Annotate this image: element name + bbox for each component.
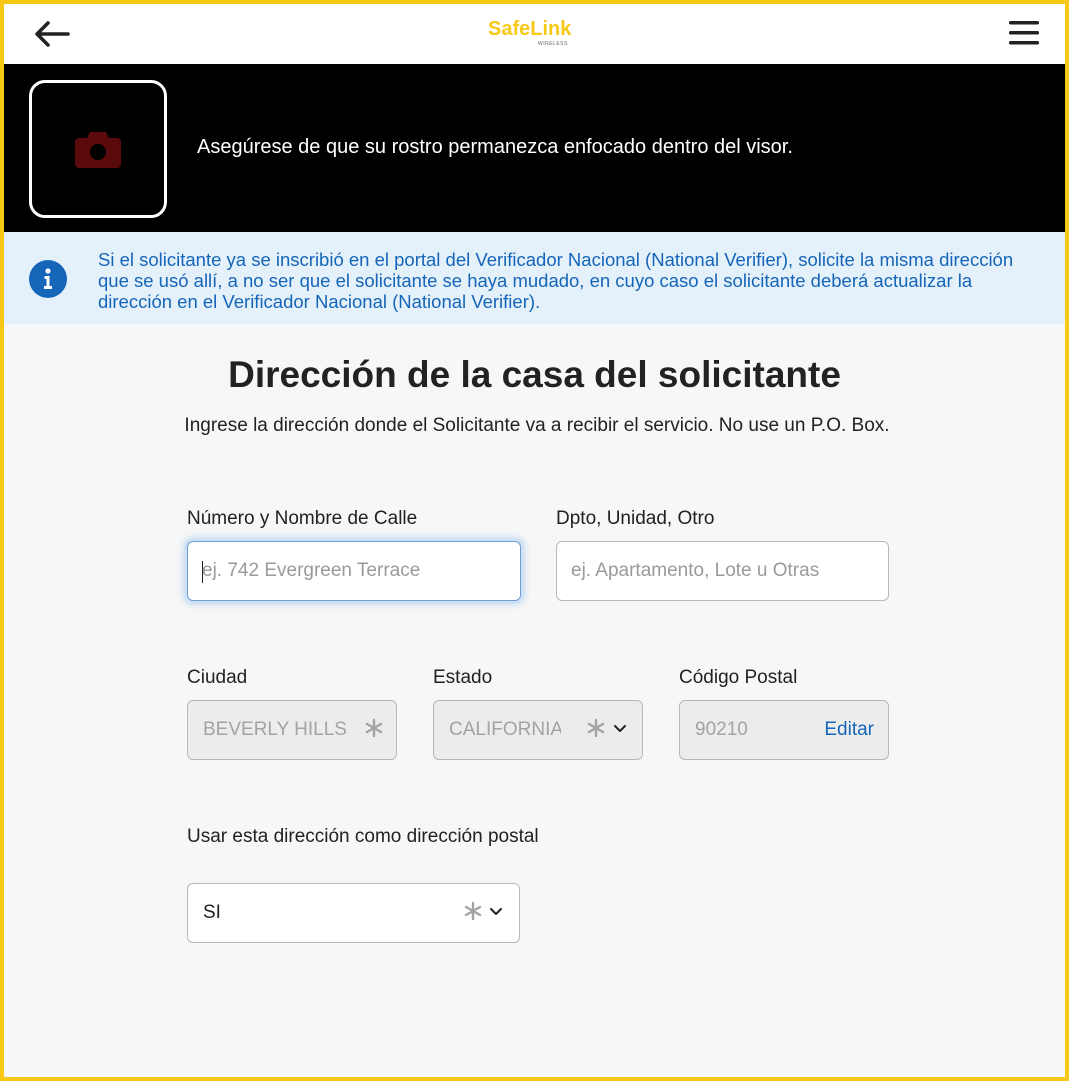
- state-select[interactable]: CALIFORNIA: [433, 700, 643, 760]
- required-asterisk-icon: [365, 718, 383, 738]
- info-banner: Si el solicitante ya se inscribió en el …: [4, 232, 1065, 324]
- info-text: Si el solicitante ya se inscribió en el …: [98, 249, 1014, 312]
- camera-viewfinder-bar: Asegúrese de que su rostro permanezca en…: [4, 64, 1065, 232]
- camera-icon: [75, 132, 121, 168]
- logo-text: SafeLink: [488, 18, 572, 40]
- required-asterisk-icon: [587, 718, 605, 738]
- zip-value: 90210: [695, 719, 748, 740]
- mailing-value: SI: [203, 902, 221, 923]
- page-subtitle: Ingrese la dirección donde el Solicitant…: [184, 415, 890, 436]
- camera-instruction: Asegúrese de que su rostro permanezca en…: [197, 136, 793, 158]
- required-asterisk-icon: [464, 901, 482, 921]
- info-icon: [29, 260, 67, 298]
- zip-field: 90210 Editar: [679, 700, 889, 760]
- state-label: Estado: [433, 667, 493, 688]
- city-field[interactable]: BEVERLY HILLS: [187, 700, 397, 760]
- city-label: Ciudad: [187, 667, 248, 688]
- camera-viewfinder[interactable]: [29, 80, 167, 218]
- state-value: CALIFORNIA: [449, 719, 561, 740]
- menu-button[interactable]: [1004, 16, 1044, 50]
- unit-input[interactable]: [571, 542, 874, 600]
- top-header: SafeLink WIRELESS: [4, 4, 1065, 64]
- mailing-label: Usar esta dirección como dirección posta…: [187, 826, 539, 847]
- zip-label: Código Postal: [679, 667, 798, 688]
- hamburger-menu-icon: [1009, 21, 1039, 45]
- mailing-select[interactable]: SI: [187, 883, 520, 943]
- chevron-down-icon: [490, 908, 502, 915]
- street-label: Número y Nombre de Calle: [187, 508, 418, 529]
- edit-zip-link[interactable]: Editar: [824, 719, 874, 741]
- chevron-down-icon: [614, 725, 626, 732]
- back-button[interactable]: [32, 16, 72, 52]
- street-input[interactable]: [202, 542, 506, 600]
- safelink-logo: SafeLink WIRELESS: [488, 18, 571, 52]
- city-value: BEVERLY HILLS: [203, 719, 347, 740]
- page-frame: SafeLink WIRELESS Asegúrese de que su ro…: [0, 0, 1069, 1081]
- unit-label: Dpto, Unidad, Otro: [556, 508, 715, 529]
- logo-subtext: WIRELESS: [538, 41, 568, 47]
- unit-field-wrapper: [556, 541, 889, 601]
- street-field-wrapper: [187, 541, 521, 601]
- page-title: Dirección de la casa del solicitante: [228, 354, 841, 395]
- arrow-left-icon: [35, 21, 70, 47]
